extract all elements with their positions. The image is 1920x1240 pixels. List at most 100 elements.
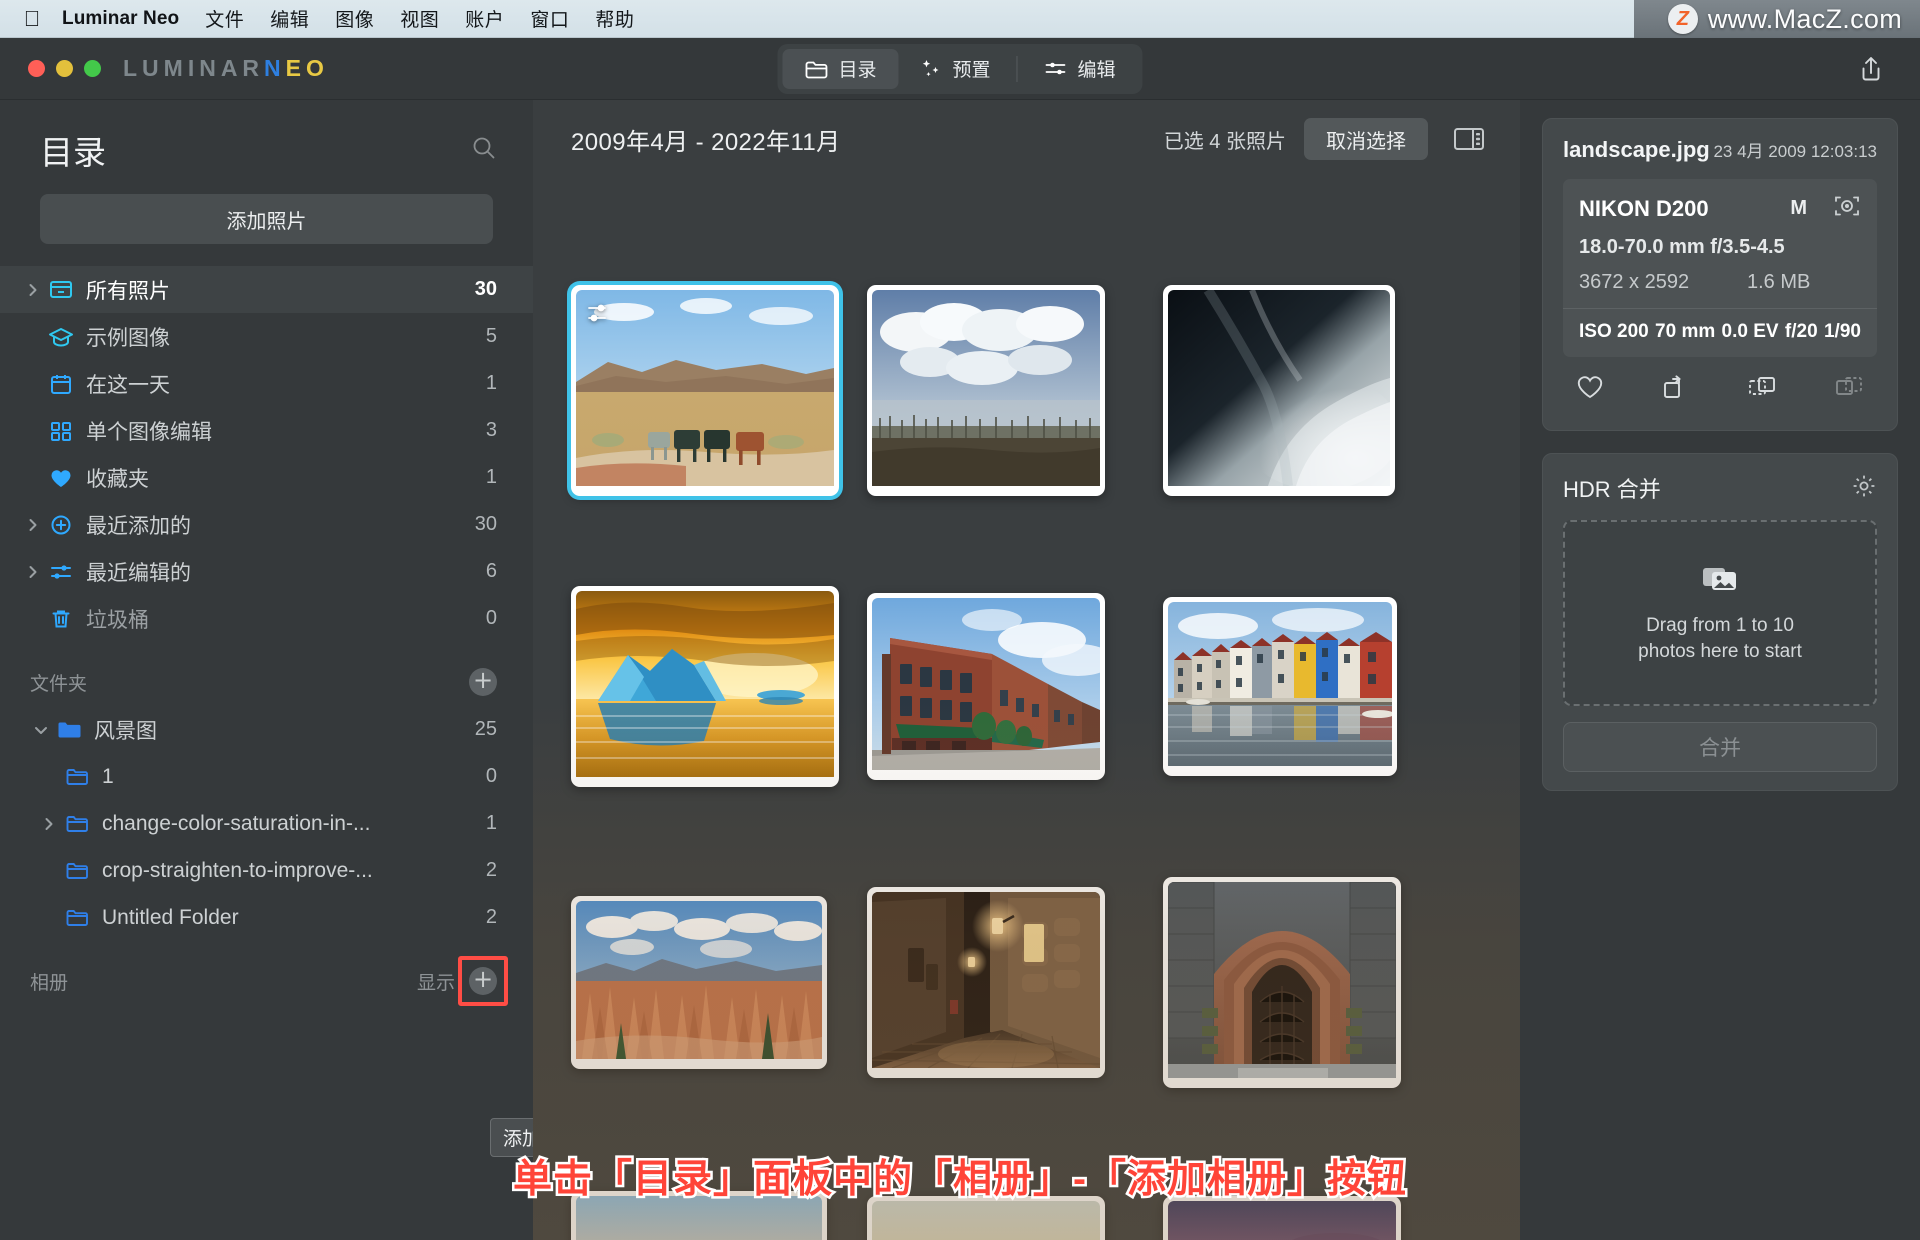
logo-n-text: N [264,55,286,81]
chevron-down-icon[interactable] [30,724,52,736]
sidebar-item-label: 单个图像编辑 [86,420,212,444]
lens-label: 18.0-70.0 mm f/3.5-4.5 [1579,236,1785,258]
menu-item-help[interactable]: 帮助 [595,5,634,32]
minimize-window-button[interactable] [56,60,73,77]
sidebar-item-label: 在这一天 [86,373,170,397]
photo-cell [867,834,1163,1130]
photo-thumbnail-bryce-canyon[interactable] [571,895,827,1069]
rotate-icon[interactable] [1660,373,1690,406]
file-size-label: 1.6 MB [1747,271,1811,293]
photo-image [1168,289,1390,491]
sidebar-item-on-this-day[interactable]: 在这一天 1 [0,360,533,407]
sidebar-item-favorites[interactable]: 收藏夹 1 [0,454,533,501]
menu-item-account[interactable]: 账户 [465,5,504,32]
sidebar-item-sample-images[interactable]: 示例图像 5 [0,313,533,360]
photo-thumbnail-smoke-monochrome[interactable] [1163,284,1395,496]
add-album-tooltip: 添加相册 [490,1118,533,1157]
photo-thumbnail-colorful-canal-houses[interactable] [1163,596,1397,776]
photo-cell [1163,1130,1459,1240]
apple-logo-icon[interactable]:  [22,7,42,31]
sidebar-item-recently-edited[interactable]: 最近编辑的 6 [0,548,533,595]
photo-grid-row [533,538,1520,834]
menu-item-file[interactable]: 文件 [205,5,244,32]
photo-thumbnail-clouds-over-field[interactable] [867,284,1105,496]
deselect-button[interactable]: 取消选择 [1304,118,1428,160]
sidebar-item-single-image-edits[interactable]: 单个图像编辑 3 [0,407,533,454]
chevron-right-icon[interactable] [22,517,44,533]
sidebar-item-label: 收藏夹 [86,467,149,491]
photo-thumbnail-hazy-city-sunrise[interactable] [867,1195,1105,1240]
tab-divider [1016,55,1018,82]
sliders-icon [44,560,78,584]
add-album-button[interactable]: + [469,967,497,995]
tab-presets-label: 预置 [952,60,991,81]
hdr-merge-title: HDR 合并 [1563,477,1661,502]
sidebar-item-trash[interactable]: 垃圾桶 0 [0,595,533,642]
menu-item-window[interactable]: 窗口 [530,5,569,32]
folder-item-label: change-color-saturation-in-... [102,811,371,835]
menu-item-edit[interactable]: 编辑 [270,5,309,32]
folder-item-count: 2 [485,859,497,881]
menubar-app-name[interactable]: Luminar Neo [62,8,179,30]
calendar-icon [44,372,78,396]
maximize-window-button[interactable] [84,60,101,77]
add-photos-label: 添加照片 [226,210,307,233]
copy-dashed-icon[interactable] [1746,373,1778,406]
folder-item-label: crop-straighten-to-improve-... [102,858,373,882]
merge-button[interactable]: 合并 [1563,722,1877,772]
exif-focal-length: 70 mm [1655,321,1716,342]
chevron-right-icon[interactable] [22,564,44,580]
chevron-right-icon[interactable] [38,816,60,832]
photo-thumbnail-cows-on-desert-road[interactable] [571,284,839,496]
photo-thumbnail-purple-dusk-sky[interactable] [1163,1195,1401,1240]
gear-icon[interactable] [1851,473,1877,504]
photo-thumbnail-iceberg-sunset[interactable] [571,585,839,787]
deselect-label: 取消选择 [1326,130,1406,153]
photo-thumbnail-gothic-stone-doorway[interactable] [1163,876,1401,1088]
folder-item-crop-straighten[interactable]: crop-straighten-to-improve-... 2 [0,847,533,894]
mode-tabs: 目录 预置 编辑 [777,43,1143,94]
folder-item-landscape[interactable]: 风景图 25 [0,706,533,753]
folder-item-change-color-saturation[interactable]: change-color-saturation-in-... 1 [0,800,533,847]
chevron-right-icon[interactable] [22,282,44,298]
menu-item-view[interactable]: 视图 [400,5,439,32]
photo-grid-row [533,834,1520,1130]
folder-item-count: 2 [485,906,497,928]
copy-icon[interactable] [1833,373,1865,406]
photo-grid-row [533,242,1520,538]
exif-iso: ISO 200 [1579,321,1649,342]
tab-presets[interactable]: 预置 [898,49,1012,89]
split-view-icon[interactable] [1452,124,1486,154]
tab-catalog[interactable]: 目录 [782,48,899,89]
menu-item-image[interactable]: 图像 [335,5,374,32]
add-photos-button[interactable]: 添加照片 [40,194,493,244]
sidebar-item-label: 最近编辑的 [86,561,191,585]
heart-icon[interactable] [1575,373,1605,406]
folder-icon [60,907,94,929]
sliders-icon [1044,59,1068,79]
sidebar-item-recently-added[interactable]: 最近添加的 30 [0,501,533,548]
photo-image [872,1200,1100,1240]
photo-thumbnail-sunset-dunes[interactable] [571,1190,827,1240]
photo-image [872,891,1100,1073]
photo-cell [867,1130,1163,1240]
photo-image [576,1195,822,1240]
page-title: 目录 [40,134,106,171]
sidebar-item-count: 1 [485,372,497,394]
add-folder-button[interactable]: + [469,668,497,696]
search-icon[interactable] [471,135,497,166]
share-icon[interactable] [1852,50,1890,88]
photo-thumbnail-brick-town-street[interactable] [867,592,1105,780]
albums-show-label[interactable]: 显示 [417,968,455,995]
albums-section-label: 相册 [30,972,69,994]
hdr-dropzone-text: Drag from 1 to 10 photos here to start [1638,613,1802,664]
folder-item-untitled-folder[interactable]: Untitled Folder 2 [0,894,533,941]
hdr-dropzone[interactable]: Drag from 1 to 10 photos here to start [1563,520,1877,706]
sidebar-item-all-photos[interactable]: 所有照片 30 [0,266,533,313]
sidebar-item-count: 5 [485,325,497,347]
tab-edit[interactable]: 编辑 [1022,49,1138,89]
folder-item-1[interactable]: 1 0 [0,753,533,800]
photo-thumbnail-night-alley-lamps[interactable] [867,886,1105,1078]
close-window-button[interactable] [28,60,45,77]
folder-icon [60,766,94,788]
